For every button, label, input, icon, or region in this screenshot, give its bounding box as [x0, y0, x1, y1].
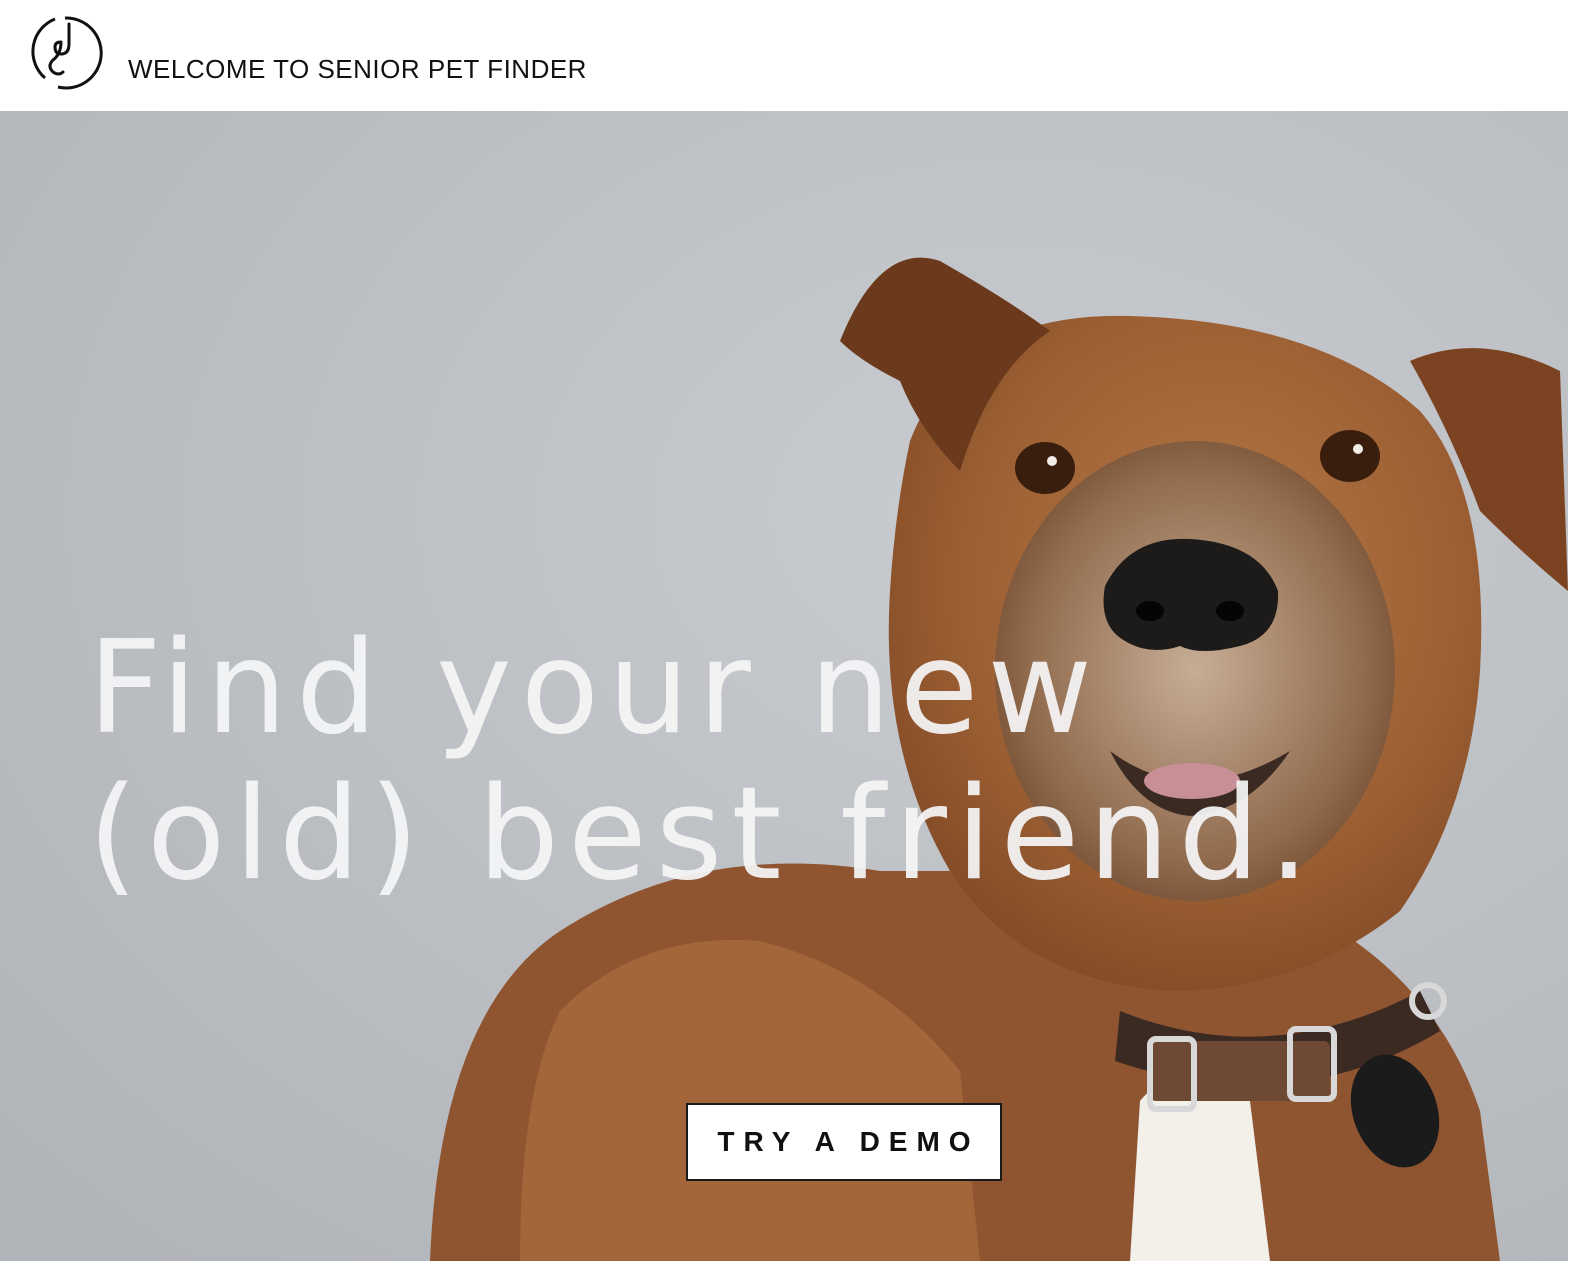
site-title: WELCOME TO SENIOR PET FINDER: [128, 54, 587, 84]
page: WELCOME TO SENIOR PET FINDER Find your n…: [0, 0, 1582, 1272]
scrollbar-gutter: [1568, 111, 1582, 1272]
headline-line-2: (old) best friend.: [88, 760, 1319, 909]
site-header: WELCOME TO SENIOR PET FINDER: [0, 0, 1582, 111]
hero-section: Find your new (old) best friend. TRY A D…: [0, 111, 1568, 1261]
headline-line-1: Find your new: [88, 614, 1101, 763]
page-bottom-edge: [0, 1261, 1582, 1272]
try-demo-button[interactable]: TRY A DEMO: [686, 1103, 1002, 1181]
hero-headline: Find your new (old) best friend.: [88, 616, 1318, 908]
swirl-logo-icon[interactable]: [25, 14, 103, 92]
